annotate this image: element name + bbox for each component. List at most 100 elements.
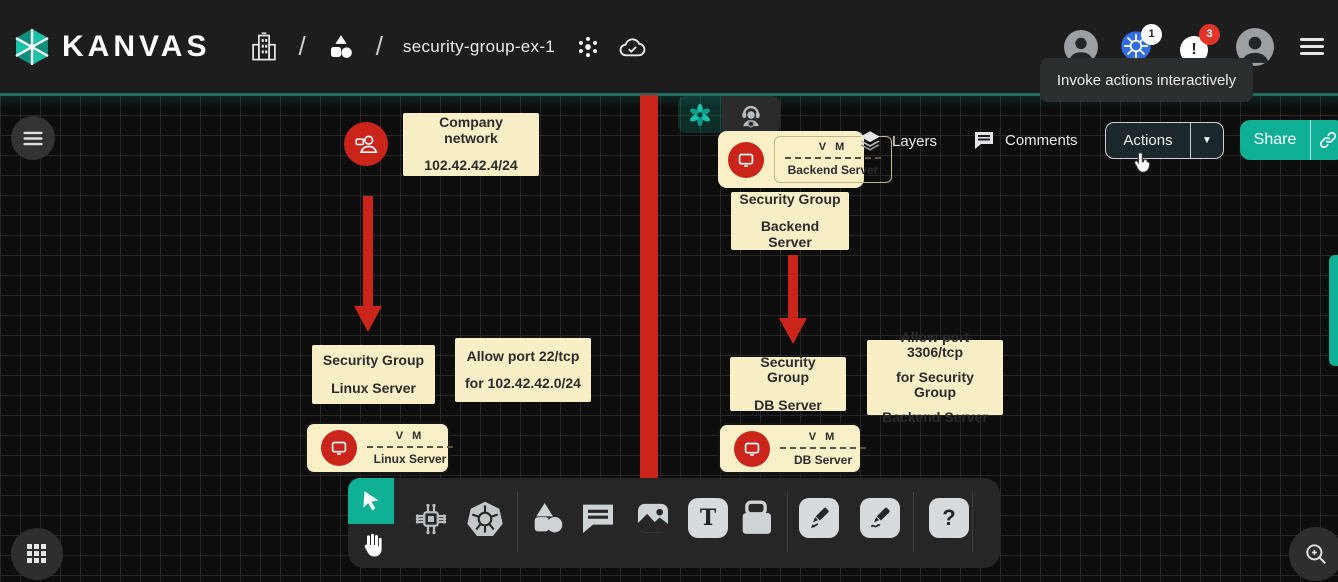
image-tool-button[interactable]	[633, 498, 673, 538]
grid-view-button[interactable]	[11, 528, 63, 580]
link-icon	[1318, 130, 1338, 150]
project-shapes-icon[interactable]	[326, 32, 356, 62]
sticky-note-icon	[736, 498, 776, 538]
copy-link-button[interactable]	[1310, 120, 1338, 160]
spiral-icon	[687, 102, 713, 128]
vm-title: V M	[396, 430, 425, 442]
select-tool-button[interactable]	[348, 478, 394, 524]
toolbar-separator	[972, 492, 973, 552]
toolbar-separator	[517, 492, 518, 552]
vm-subtitle: Backend Server	[788, 163, 879, 177]
chevron-down-icon: ▼	[1202, 135, 1212, 146]
user-chat-icon	[353, 131, 379, 157]
note-line: Allow port 3306/tcp	[875, 330, 995, 361]
vm-title: V M	[809, 431, 838, 443]
help-glyph: ?	[929, 498, 969, 538]
share-split-button[interactable]: Share	[1240, 120, 1338, 160]
graph-nodes-icon[interactable]	[575, 34, 601, 60]
red-divider-bar[interactable]	[640, 95, 658, 478]
alerts-badge: 3	[1199, 24, 1220, 45]
note-sg-backend[interactable]: Security Group Backend Server	[731, 192, 849, 250]
note-line: for 102.42.42.0/24	[463, 376, 583, 391]
organization-icon[interactable]	[250, 31, 278, 63]
tooltip-text: Invoke actions interactively	[1057, 72, 1236, 89]
pen-arrow-icon	[799, 498, 839, 538]
pen-squiggle-icon	[860, 498, 900, 538]
vm-dashed-line	[780, 447, 866, 449]
shapes-tool-button[interactable]	[528, 498, 568, 538]
cloud-sync-icon[interactable]	[617, 34, 647, 60]
note-company-network[interactable]: Company network 102.42.42.4/24	[403, 113, 539, 176]
note-line: Backend Server	[875, 410, 995, 425]
grid-icon	[27, 544, 47, 564]
note-line: Security Group	[320, 353, 427, 368]
breadcrumb-separator: /	[376, 31, 383, 62]
image-icon	[633, 498, 673, 538]
note-allow-22[interactable]: Allow port 22/tcp for 102.42.42.0/24	[455, 338, 591, 402]
chip-icon	[410, 498, 452, 540]
board-name[interactable]: security-group-ex-1	[403, 37, 555, 57]
note-line: 102.42.42.4/24	[411, 158, 531, 173]
vm-node-icon	[321, 430, 357, 466]
monitor-icon	[328, 437, 350, 459]
company-network-user-node[interactable]	[344, 122, 388, 166]
agent-tool-button[interactable]	[722, 96, 780, 133]
kanvas-logo-icon	[12, 27, 52, 67]
breadcrumb-separator: /	[298, 31, 305, 62]
layers-button[interactable]: Layers	[857, 128, 937, 154]
note-line: Backend Server	[739, 219, 841, 250]
vm-subtitle: DB Server	[794, 453, 852, 467]
brand-logo[interactable]: KANVAS	[12, 27, 210, 67]
pan-tool-button[interactable]	[352, 524, 392, 566]
vm-card-backend-server[interactable]: V M Backend Server	[718, 131, 864, 188]
arrow-company-to-sg-linux	[363, 196, 373, 306]
vm-card-linux-server[interactable]: V M Linux Server	[305, 422, 450, 474]
vm-node-icon	[734, 431, 770, 467]
arrow-backend-to-db	[788, 255, 798, 318]
vm-card-db-server[interactable]: V M DB Server	[718, 423, 862, 474]
note-line: DB Server	[738, 398, 838, 413]
sticky-note-tool-button[interactable]	[736, 498, 776, 538]
chip-tool-button[interactable]	[410, 498, 452, 540]
note-sg-db[interactable]: Security Group DB Server	[730, 357, 846, 411]
menu-icon[interactable]	[1300, 34, 1324, 59]
alerts-status[interactable]: ! 3	[1180, 32, 1210, 62]
vm-title: V M	[819, 141, 848, 153]
connector-pen-tool-button[interactable]	[799, 498, 839, 538]
canvas-menu-button[interactable]	[11, 116, 55, 160]
hand-icon	[357, 529, 387, 561]
shapes-icon	[528, 498, 568, 538]
text-tool-button[interactable]: T	[688, 498, 728, 538]
help-tool-button[interactable]: ?	[929, 498, 969, 538]
note-line: Linux Server	[320, 381, 427, 396]
toolbar-separator	[913, 492, 914, 552]
note-line: Company network	[411, 115, 531, 146]
hamburger-icon	[23, 128, 42, 148]
pointer-cursor	[1131, 150, 1157, 183]
comment-tool-button[interactable]	[578, 498, 618, 538]
monitor-icon	[741, 438, 763, 460]
toolbar-separator	[787, 492, 788, 552]
cursor-arrow-icon	[358, 488, 384, 514]
actions-dropdown-button[interactable]: ▼	[1190, 123, 1223, 158]
vm-dashed-line	[785, 157, 881, 159]
spiral-tool-button[interactable]	[678, 96, 722, 133]
zoom-button[interactable]	[1289, 527, 1338, 581]
zoom-in-icon	[1303, 541, 1329, 567]
freehand-pen-tool-button[interactable]	[860, 498, 900, 538]
actions-split-button[interactable]: Actions ▼	[1105, 122, 1224, 159]
kubernetes-helm-icon	[464, 498, 506, 540]
note-allow-3306[interactable]: Allow port 3306/tcp for Security Group B…	[867, 340, 1003, 415]
monitor-icon	[735, 149, 757, 171]
layers-label: Layers	[892, 133, 937, 150]
layers-icon	[857, 128, 883, 154]
right-edge-panel-tab[interactable]	[1329, 255, 1338, 366]
share-button[interactable]: Share	[1240, 120, 1310, 160]
comments-button[interactable]: Comments	[972, 128, 1078, 152]
note-sg-linux[interactable]: Security Group Linux Server	[312, 345, 435, 404]
kubernetes-badge: 1	[1141, 24, 1162, 45]
note-line: Allow port 22/tcp	[463, 349, 583, 364]
actions-tooltip: Invoke actions interactively	[1040, 58, 1253, 102]
headset-person-icon	[737, 101, 765, 129]
kubernetes-tool-button[interactable]	[464, 498, 506, 540]
